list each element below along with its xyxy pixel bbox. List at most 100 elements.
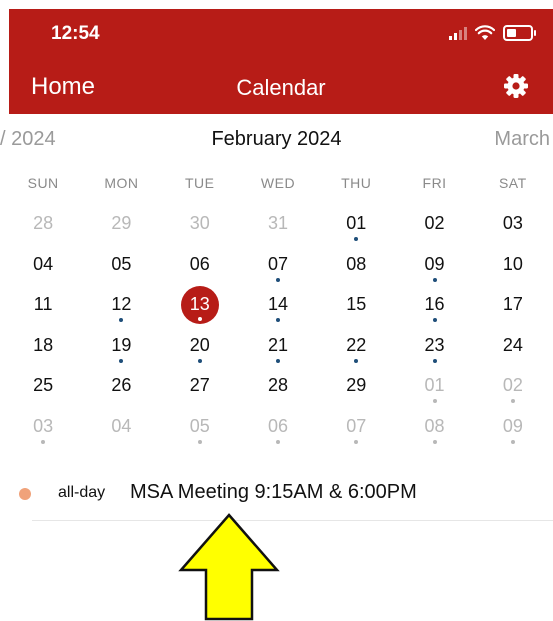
day-number: 29 bbox=[346, 375, 367, 395]
day-number: 01 bbox=[424, 375, 445, 395]
calendar-day-selected[interactable]: 13 bbox=[161, 286, 239, 327]
current-month-label: February 2024 bbox=[211, 128, 342, 150]
calendar-day[interactable]: 04 bbox=[4, 246, 82, 287]
day-number: 17 bbox=[502, 294, 523, 314]
day-number: 07 bbox=[267, 253, 288, 274]
day-number: 12 bbox=[111, 294, 132, 314]
calendar-day[interactable]: 10 bbox=[474, 246, 552, 287]
calendar-day[interactable]: 16 bbox=[395, 286, 473, 327]
day-number: 20 bbox=[189, 334, 210, 355]
event-indicator-dot bbox=[432, 399, 437, 403]
day-number: 04 bbox=[111, 415, 132, 436]
calendar-day[interactable]: 03 bbox=[4, 408, 82, 449]
day-number: 09 bbox=[502, 415, 523, 436]
gear-icon[interactable] bbox=[503, 73, 529, 99]
event-item[interactable]: all-day MSA Meeting 9:15AM & 6:00PM bbox=[0, 478, 553, 510]
calendar-day[interactable]: 07 bbox=[239, 246, 317, 287]
calendar-day[interactable]: 15 bbox=[317, 286, 395, 327]
calendar-day[interactable]: 06 bbox=[161, 246, 239, 287]
event-divider bbox=[32, 520, 553, 521]
day-number: 29 bbox=[111, 213, 132, 233]
calendar-day[interactable]: 18 bbox=[4, 327, 82, 368]
calendar-day[interactable]: 26 bbox=[82, 367, 160, 408]
calendar-day[interactable]: 17 bbox=[474, 286, 552, 327]
calendar-day[interactable]: 22 bbox=[317, 327, 395, 368]
calendar-week: 28 29 30 31 01 02 03 bbox=[4, 205, 552, 246]
calendar-week: 03 04 05 06 07 08 09 bbox=[4, 408, 552, 449]
weekday-sun: SUN bbox=[27, 175, 59, 191]
calendar-day[interactable]: 04 bbox=[82, 408, 160, 449]
day-number: 06 bbox=[267, 415, 288, 436]
event-indicator-dot bbox=[354, 237, 359, 241]
event-indicator-dot bbox=[432, 439, 437, 444]
wifi-icon bbox=[475, 25, 495, 40]
weekday-thu: THU bbox=[341, 175, 372, 191]
calendar-day[interactable]: 03 bbox=[474, 205, 552, 246]
day-number: 21 bbox=[267, 334, 288, 355]
calendar-day[interactable]: 21 bbox=[239, 327, 317, 368]
page-title: Calendar bbox=[236, 75, 326, 100]
calendar-day[interactable]: 11 bbox=[4, 286, 82, 327]
calendar-day[interactable]: 29 bbox=[82, 205, 160, 246]
calendar-day[interactable]: 08 bbox=[395, 408, 473, 449]
calendar-day[interactable]: 27 bbox=[161, 367, 239, 408]
weekday-header: SUN MON TUE WED THU FRI SAT bbox=[4, 175, 552, 191]
calendar-week: 11 12 13 14 15 16 17 bbox=[4, 286, 552, 327]
event-indicator-dot bbox=[119, 318, 124, 322]
calendar-day[interactable]: 30 bbox=[161, 205, 239, 246]
day-number: 19 bbox=[111, 334, 132, 355]
day-number: 09 bbox=[424, 253, 445, 274]
event-indicator-dot bbox=[432, 318, 437, 322]
day-number: 31 bbox=[267, 213, 288, 233]
calendar-day[interactable]: 07 bbox=[317, 408, 395, 449]
event-indicator-dot bbox=[41, 439, 46, 444]
day-number: 08 bbox=[424, 415, 445, 436]
weekday-fri: FRI bbox=[422, 175, 447, 191]
calendar-day[interactable]: 01 bbox=[317, 205, 395, 246]
status-time: 12:54 bbox=[51, 23, 100, 44]
calendar-day[interactable]: 19 bbox=[82, 327, 160, 368]
calendar-day[interactable]: 29 bbox=[317, 367, 395, 408]
calendar-day[interactable]: 02 bbox=[474, 367, 552, 408]
calendar-day[interactable]: 25 bbox=[4, 367, 82, 408]
day-number: 05 bbox=[189, 415, 210, 436]
calendar-day[interactable]: 01 bbox=[395, 367, 473, 408]
day-number: 08 bbox=[346, 253, 367, 274]
event-title: MSA Meeting 9:15AM & 6:00PM bbox=[130, 481, 417, 503]
day-number: 25 bbox=[33, 375, 54, 395]
event-indicator-dot bbox=[197, 439, 202, 444]
calendar-day[interactable]: 23 bbox=[395, 327, 473, 368]
day-number: 03 bbox=[502, 213, 523, 233]
cellular-signal-icon bbox=[449, 26, 467, 40]
calendar-day[interactable]: 02 bbox=[395, 205, 473, 246]
calendar-day[interactable]: 05 bbox=[161, 408, 239, 449]
calendar-day[interactable]: 06 bbox=[239, 408, 317, 449]
calendar-day[interactable]: 09 bbox=[395, 246, 473, 287]
calendar-day[interactable]: 28 bbox=[239, 367, 317, 408]
day-number: 16 bbox=[424, 294, 445, 314]
day-number: 30 bbox=[189, 213, 210, 233]
calendar-day[interactable]: 12 bbox=[82, 286, 160, 327]
event-indicator-dot bbox=[119, 358, 124, 363]
next-month-label[interactable]: March bbox=[494, 128, 550, 151]
calendar-day[interactable]: 31 bbox=[239, 205, 317, 246]
event-indicator-dot bbox=[275, 358, 280, 363]
event-time: all-day bbox=[58, 484, 106, 501]
day-number: 06 bbox=[189, 253, 210, 274]
calendar-day[interactable]: 20 bbox=[161, 327, 239, 368]
day-number: 27 bbox=[189, 375, 210, 395]
day-number: 13 bbox=[189, 294, 210, 314]
event-indicator-dot bbox=[354, 439, 359, 444]
calendar-day[interactable]: 28 bbox=[4, 205, 82, 246]
event-indicator-dot bbox=[197, 358, 202, 363]
weekday-tue: TUE bbox=[184, 175, 215, 191]
calendar-day[interactable]: 09 bbox=[474, 408, 552, 449]
calendar-day[interactable]: 14 bbox=[239, 286, 317, 327]
calendar-day[interactable]: 08 bbox=[317, 246, 395, 287]
weekday-sat: SAT bbox=[498, 175, 527, 191]
calendar-day[interactable]: 24 bbox=[474, 327, 552, 368]
day-number: 02 bbox=[502, 375, 523, 395]
day-number: 28 bbox=[267, 375, 288, 395]
calendar-day[interactable]: 05 bbox=[82, 246, 160, 287]
calendar-week: 18 19 20 21 22 23 24 bbox=[4, 327, 552, 368]
